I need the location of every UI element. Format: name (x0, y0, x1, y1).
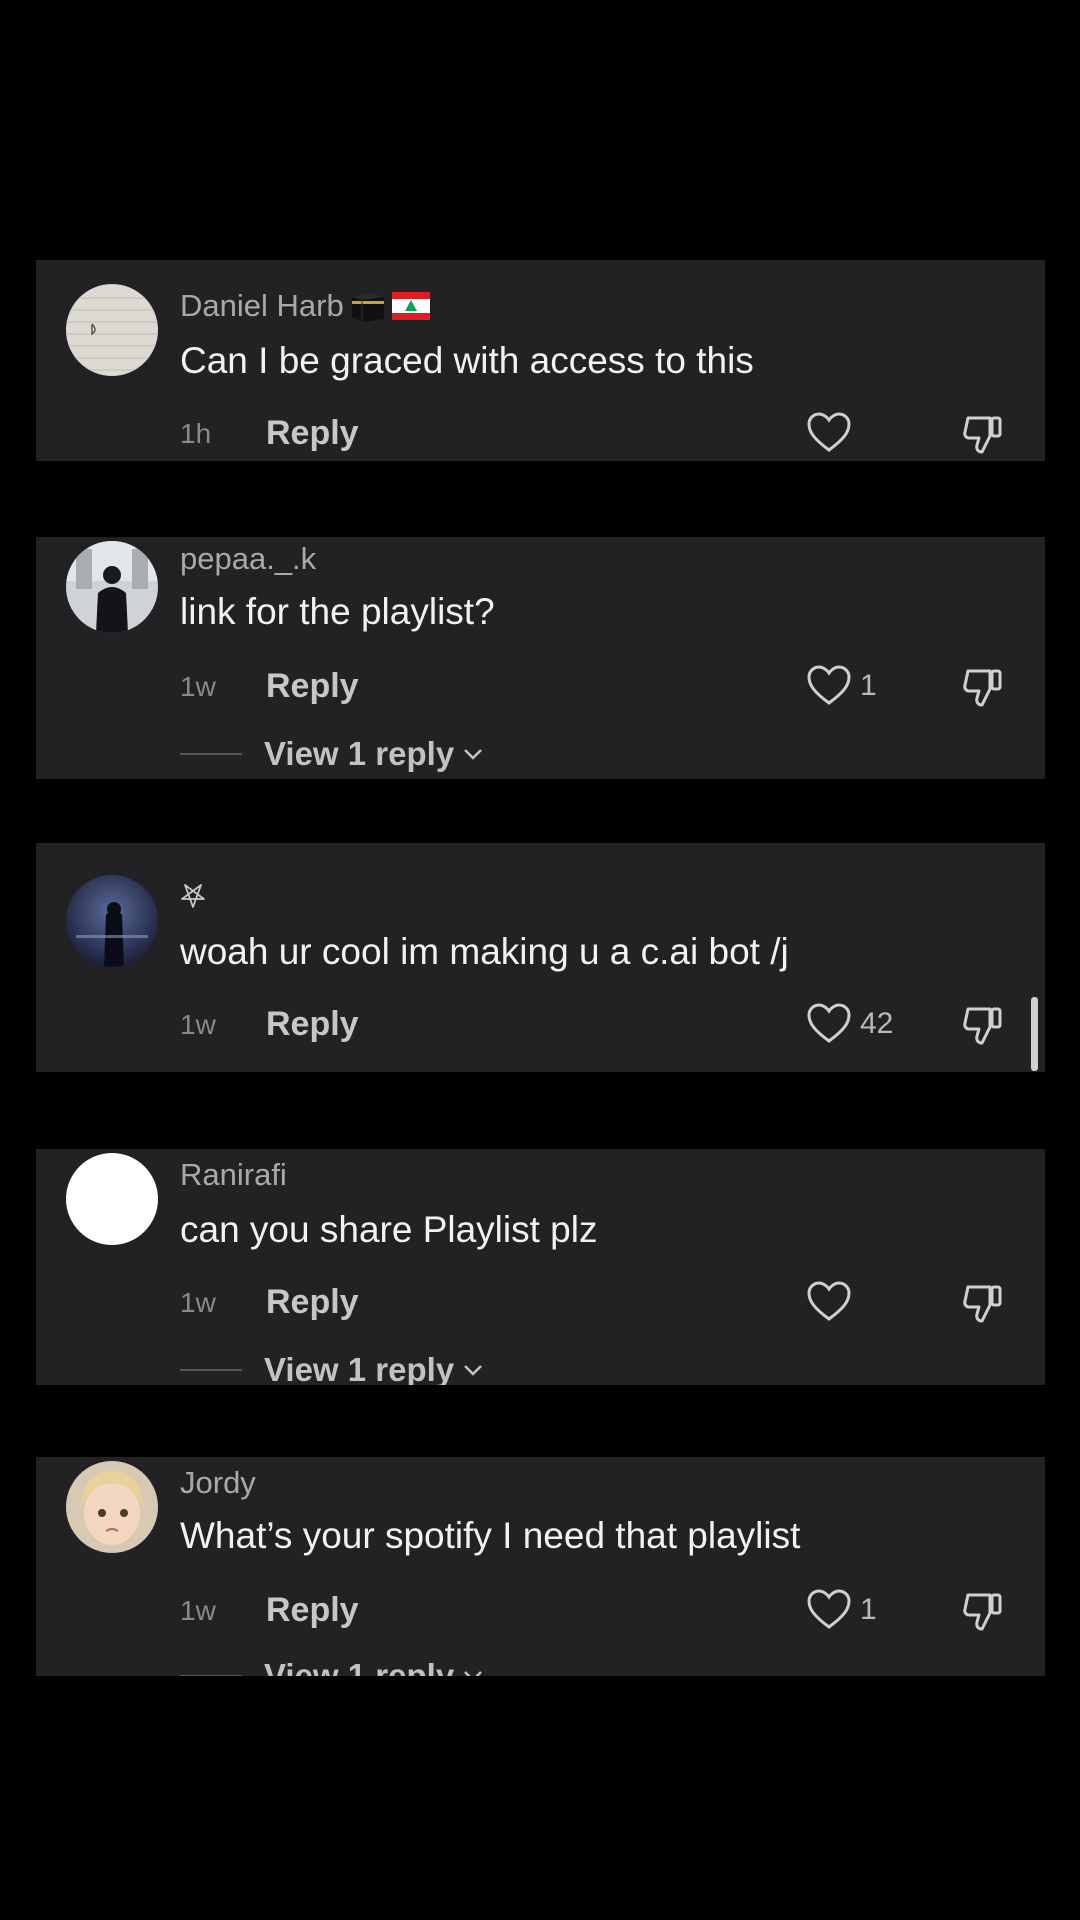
heart-icon (807, 1003, 851, 1043)
lebanon-flag-emoji (391, 292, 430, 320)
timestamp: 1w (180, 1595, 216, 1626)
dislike-button[interactable] (960, 1279, 1006, 1325)
reply-button[interactable]: Reply (266, 1005, 359, 1044)
chevron-down-icon (464, 1671, 483, 1676)
comment-text: link for the playlist? (180, 591, 495, 632)
thumbs-down-icon (963, 1007, 1002, 1045)
thumbs-down-icon (963, 1285, 1002, 1323)
reply-button[interactable]: Reply (266, 1283, 359, 1322)
view-replies-button[interactable]: View 1 reply (180, 735, 484, 773)
like-button[interactable] (806, 412, 860, 454)
username[interactable]: Daniel Harb (180, 288, 430, 324)
avatar[interactable] (66, 1461, 158, 1553)
comment-text: can you share Playlist plz (180, 1209, 598, 1250)
avatar[interactable] (66, 541, 158, 633)
avatar[interactable] (66, 1153, 158, 1245)
like-button[interactable]: 1 (806, 1589, 877, 1631)
avatar[interactable] (66, 875, 158, 967)
view-replies-label: View 1 reply (264, 1351, 455, 1385)
chevron-down-icon (464, 1365, 483, 1376)
comment-card: Jordy What’s your spotify I need that pl… (36, 1457, 1045, 1676)
dislike-button[interactable] (960, 410, 1006, 456)
reply-button[interactable]: Reply (266, 1591, 359, 1630)
pentagram-icon (181, 884, 205, 908)
view-replies-button[interactable]: View 1 reply (180, 1351, 484, 1385)
like-button[interactable]: 42 (806, 1003, 893, 1045)
like-count: 42 (860, 1007, 894, 1040)
username[interactable]: Jordy (180, 1465, 256, 1501)
divider-line (180, 1675, 242, 1676)
username-text: Jordy (180, 1465, 256, 1500)
like-button[interactable]: 1 (806, 665, 877, 707)
kaaba-emoji (351, 293, 384, 322)
comment-text: What’s your spotify I need that playlist (180, 1515, 801, 1556)
divider-line (180, 1369, 242, 1371)
comment-card: Daniel Harb Can I be graced with access … (36, 260, 1045, 461)
like-count: 1 (860, 1593, 877, 1626)
reply-button[interactable]: Reply (266, 414, 359, 453)
reply-button[interactable]: Reply (266, 667, 359, 706)
username-text: pepaa._.k (180, 541, 317, 576)
username[interactable] (180, 883, 206, 909)
username[interactable]: Ranirafi (180, 1157, 287, 1193)
heart-icon (807, 1589, 851, 1629)
dislike-button[interactable] (960, 1587, 1006, 1633)
dislike-button[interactable] (960, 663, 1006, 709)
thumbs-down-icon (963, 416, 1002, 454)
view-replies-button[interactable]: View 1 reply (180, 1657, 484, 1676)
username-text: Ranirafi (180, 1157, 287, 1192)
timestamp: 1w (180, 1009, 216, 1040)
heart-icon (807, 665, 851, 705)
comment-card: woah ur cool im making u a c.ai bot /j 1… (36, 843, 1045, 1072)
thumbs-down-icon (963, 669, 1002, 707)
timestamp: 1w (180, 671, 216, 702)
timestamp: 1w (180, 1287, 216, 1318)
comment-card: pepaa._.k link for the playlist? 1w Repl… (36, 537, 1045, 779)
view-replies-label: View 1 reply (264, 735, 455, 772)
username-text: Daniel Harb (180, 288, 344, 323)
thumbs-down-icon (963, 1593, 1002, 1631)
heart-icon (807, 412, 851, 452)
comment-card: Ranirafi can you share Playlist plz 1w R… (36, 1149, 1045, 1385)
divider-line (180, 753, 242, 755)
timestamp: 1h (180, 418, 212, 449)
like-button[interactable] (806, 1281, 860, 1323)
avatar[interactable] (66, 284, 158, 376)
comment-text: woah ur cool im making u a c.ai bot /j (180, 931, 789, 972)
view-replies-label: View 1 reply (264, 1657, 455, 1676)
username[interactable]: pepaa._.k (180, 541, 316, 577)
dislike-button[interactable] (960, 1001, 1006, 1047)
like-count: 1 (860, 669, 877, 702)
chevron-down-icon (464, 749, 483, 760)
comment-text: Can I be graced with access to this (180, 340, 754, 381)
scrollbar-thumb[interactable] (1031, 997, 1038, 1071)
heart-icon (807, 1281, 851, 1321)
